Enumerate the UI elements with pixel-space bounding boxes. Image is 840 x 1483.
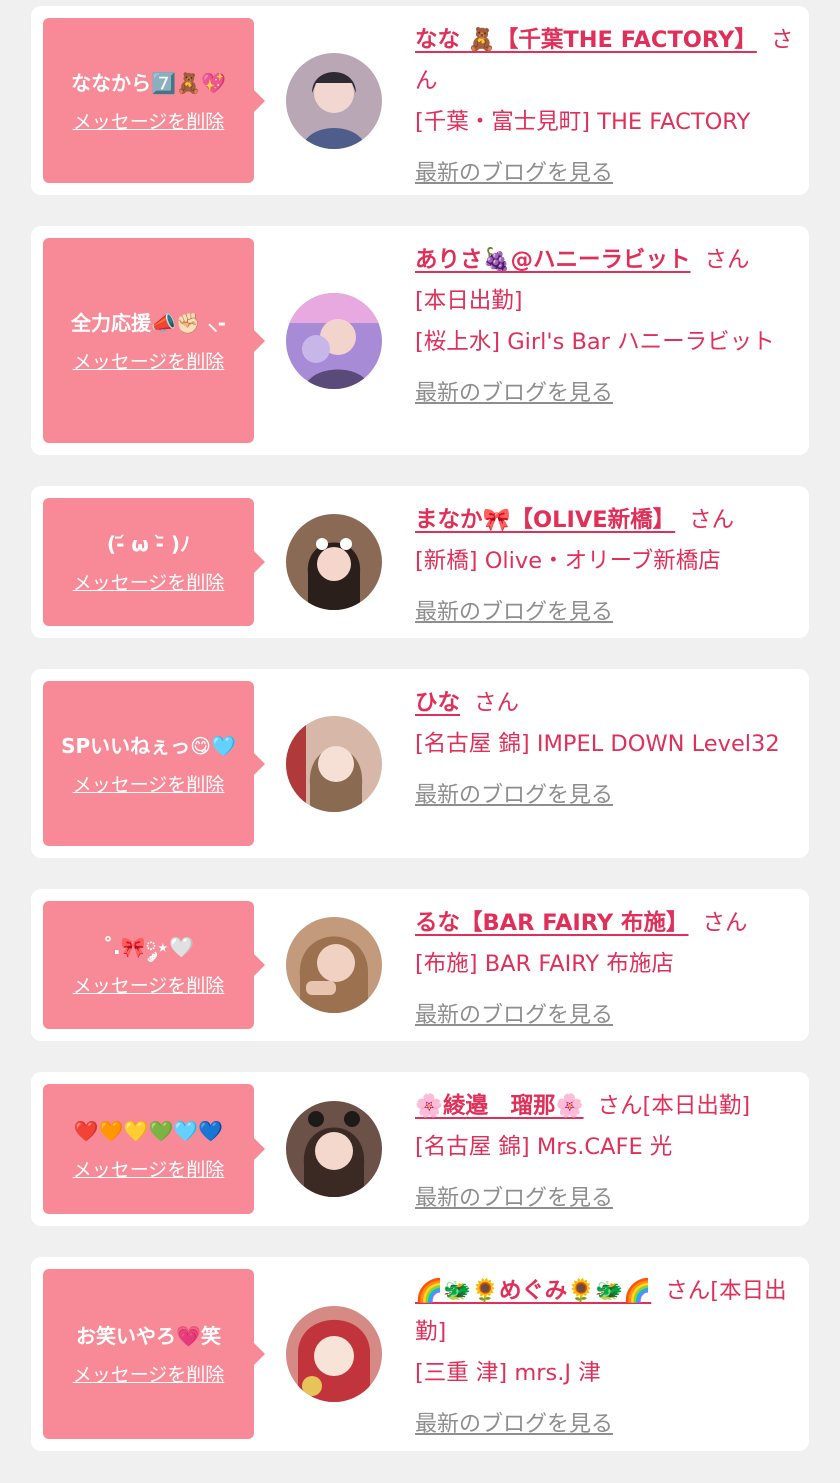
honorific: さん <box>702 910 748 936</box>
avatar[interactable] <box>286 52 382 149</box>
avatar[interactable] <box>286 1101 382 1197</box>
cast-name-link[interactable]: まなか🎀【OLIVE新橋】 <box>415 507 675 533</box>
message-card: (-᷄ ω -᷅ )ﾉ メッセージを削除 まなか🎀【OLIVE新橋】 さん [新橋… <box>31 486 809 638</box>
shop-info: [名古屋 錦] IMPEL DOWN Level32 <box>415 731 780 757</box>
honorific: さん <box>474 690 520 716</box>
delete-message-link[interactable]: メッセージを削除 <box>73 1360 225 1387</box>
shop-info: [新橋] Olive・オリーブ新橋店 <box>415 548 721 574</box>
profile-photo-icon <box>286 917 382 1013</box>
message-card: ななから7️⃣🧸💖 メッセージを削除 なな 🧸【千葉THE FACTORY】 さん… <box>31 6 809 195</box>
delete-message-link[interactable]: メッセージを削除 <box>73 347 225 374</box>
message-text: (-᷄ ω -᷅ )ﾉ <box>106 532 191 556</box>
cast-name-link[interactable]: ありさ🍇@ハニーラビット <box>415 247 691 273</box>
message-text: ˚.🎀༘⋆🤍 <box>103 935 194 959</box>
cast-name-link[interactable]: ひな <box>415 690 460 716</box>
status-badge: [本日出勤] <box>642 1093 751 1119</box>
message-card: ˚.🎀༘⋆🤍 メッセージを削除 るな【BAR FAIRY 布施】 さん [布施] … <box>31 889 809 1041</box>
profile-photo-icon <box>286 52 382 149</box>
message-bubble: (-᷄ ω -᷅ )ﾉ メッセージを削除 <box>43 498 265 626</box>
delete-message-link[interactable]: メッセージを削除 <box>73 971 225 998</box>
honorific: さん <box>689 507 735 533</box>
card-info: まなか🎀【OLIVE新橋】 さん [新橋] Olive・オリーブ新橋店 最新のブロ… <box>415 500 797 633</box>
message-text: ❤️🧡💛💚🩵💙 <box>73 1119 224 1143</box>
latest-blog-link[interactable]: 最新のブログを見る <box>415 1404 613 1445</box>
status-badge: [本日出勤] <box>415 288 523 314</box>
honorific: さん <box>704 247 750 273</box>
profile-photo-icon <box>286 1306 382 1402</box>
card-info: るな【BAR FAIRY 布施】 さん [布施] BAR FAIRY 布施店 最新… <box>415 903 797 1036</box>
message-card: ❤️🧡💛💚🩵💙 メッセージを削除 🌸綾邉 瑠那🌸 さん[本日出勤] [名古屋 錦]… <box>31 1072 809 1226</box>
shop-info: [三重 津] mrs.J 津 <box>415 1360 601 1386</box>
card-info: 🌈🐲🌻めぐみ🌻🐲🌈 さん[本日出勤] [三重 津] mrs.J 津 最新のブログを… <box>415 1271 797 1445</box>
avatar[interactable] <box>286 514 382 610</box>
message-list: ななから7️⃣🧸💖 メッセージを削除 なな 🧸【千葉THE FACTORY】 さん… <box>0 0 840 1451</box>
card-info: ひな さん [名古屋 錦] IMPEL DOWN Level32 最新のブログを見… <box>415 683 797 816</box>
message-bubble: 全力応援📣✊🏻 ⸜- メッセージを削除 <box>43 238 265 443</box>
latest-blog-link[interactable]: 最新のブログを見る <box>415 995 613 1036</box>
message-text: 全力応援📣✊🏻 ⸜- <box>70 310 227 335</box>
latest-blog-link[interactable]: 最新のブログを見る <box>415 1178 613 1219</box>
profile-photo-icon <box>286 514 382 610</box>
card-info: 🌸綾邉 瑠那🌸 さん[本日出勤] [名古屋 錦] Mrs.CAFE 光 最新のブロ… <box>415 1086 797 1219</box>
shop-info: [名古屋 錦] Mrs.CAFE 光 <box>415 1134 673 1160</box>
cast-name-link[interactable]: 🌈🐲🌻めぐみ🌻🐲🌈 <box>415 1278 651 1304</box>
latest-blog-link[interactable]: 最新のブログを見る <box>415 592 613 633</box>
profile-photo-icon <box>286 715 382 812</box>
message-bubble: ❤️🧡💛💚🩵💙 メッセージを削除 <box>43 1084 265 1214</box>
cast-name-link[interactable]: 🌸綾邉 瑠那🌸 <box>415 1093 584 1119</box>
latest-blog-link[interactable]: 最新のブログを見る <box>415 775 613 816</box>
card-info: ありさ🍇@ハニーラビット さん [本日出勤] [桜上水] Girl's Bar ハ… <box>415 240 797 414</box>
honorific: さん <box>665 1278 711 1304</box>
card-info: なな 🧸【千葉THE FACTORY】 さん [千葉・富士見町] THE FACT… <box>415 20 797 194</box>
cast-name-link[interactable]: なな 🧸【千葉THE FACTORY】 <box>415 27 757 53</box>
message-card: 全力応援📣✊🏻 ⸜- メッセージを削除 ありさ🍇@ハニーラビット さん [本日出勤… <box>31 226 809 455</box>
avatar[interactable] <box>286 917 382 1013</box>
delete-message-link[interactable]: メッセージを削除 <box>73 1155 225 1182</box>
profile-photo-icon <box>286 292 382 389</box>
latest-blog-link[interactable]: 最新のブログを見る <box>415 373 613 414</box>
delete-message-link[interactable]: メッセージを削除 <box>73 770 225 797</box>
message-bubble: SPいいねぇっ😋🩵 メッセージを削除 <box>43 681 265 846</box>
message-bubble: ななから7️⃣🧸💖 メッセージを削除 <box>43 18 265 183</box>
shop-info: [千葉・富士見町] THE FACTORY <box>415 109 751 135</box>
message-bubble: ˚.🎀༘⋆🤍 メッセージを削除 <box>43 901 265 1029</box>
profile-photo-icon <box>286 1101 382 1197</box>
message-bubble: お笑いやろ💗笑 メッセージを削除 <box>43 1269 265 1439</box>
shop-info: [布施] BAR FAIRY 布施店 <box>415 951 674 977</box>
honorific: さん <box>597 1093 643 1119</box>
shop-info: [桜上水] Girl's Bar ハニーラビット <box>415 329 775 355</box>
message-text: SPいいねぇっ😋🩵 <box>61 733 236 758</box>
avatar[interactable] <box>286 292 382 389</box>
message-text: ななから7️⃣🧸💖 <box>71 70 226 95</box>
message-card: SPいいねぇっ😋🩵 メッセージを削除 ひな さん [名古屋 錦] IMPEL DO… <box>31 669 809 858</box>
avatar[interactable] <box>286 1306 382 1402</box>
delete-message-link[interactable]: メッセージを削除 <box>73 107 225 134</box>
message-text: お笑いやろ💗笑 <box>76 1324 221 1348</box>
delete-message-link[interactable]: メッセージを削除 <box>73 568 225 595</box>
cast-name-link[interactable]: るな【BAR FAIRY 布施】 <box>415 910 689 936</box>
latest-blog-link[interactable]: 最新のブログを見る <box>415 153 613 194</box>
message-card: お笑いやろ💗笑 メッセージを削除 🌈🐲🌻めぐみ🌻🐲🌈 さん[本日出勤] [三重 津… <box>31 1257 809 1451</box>
avatar[interactable] <box>286 715 382 812</box>
